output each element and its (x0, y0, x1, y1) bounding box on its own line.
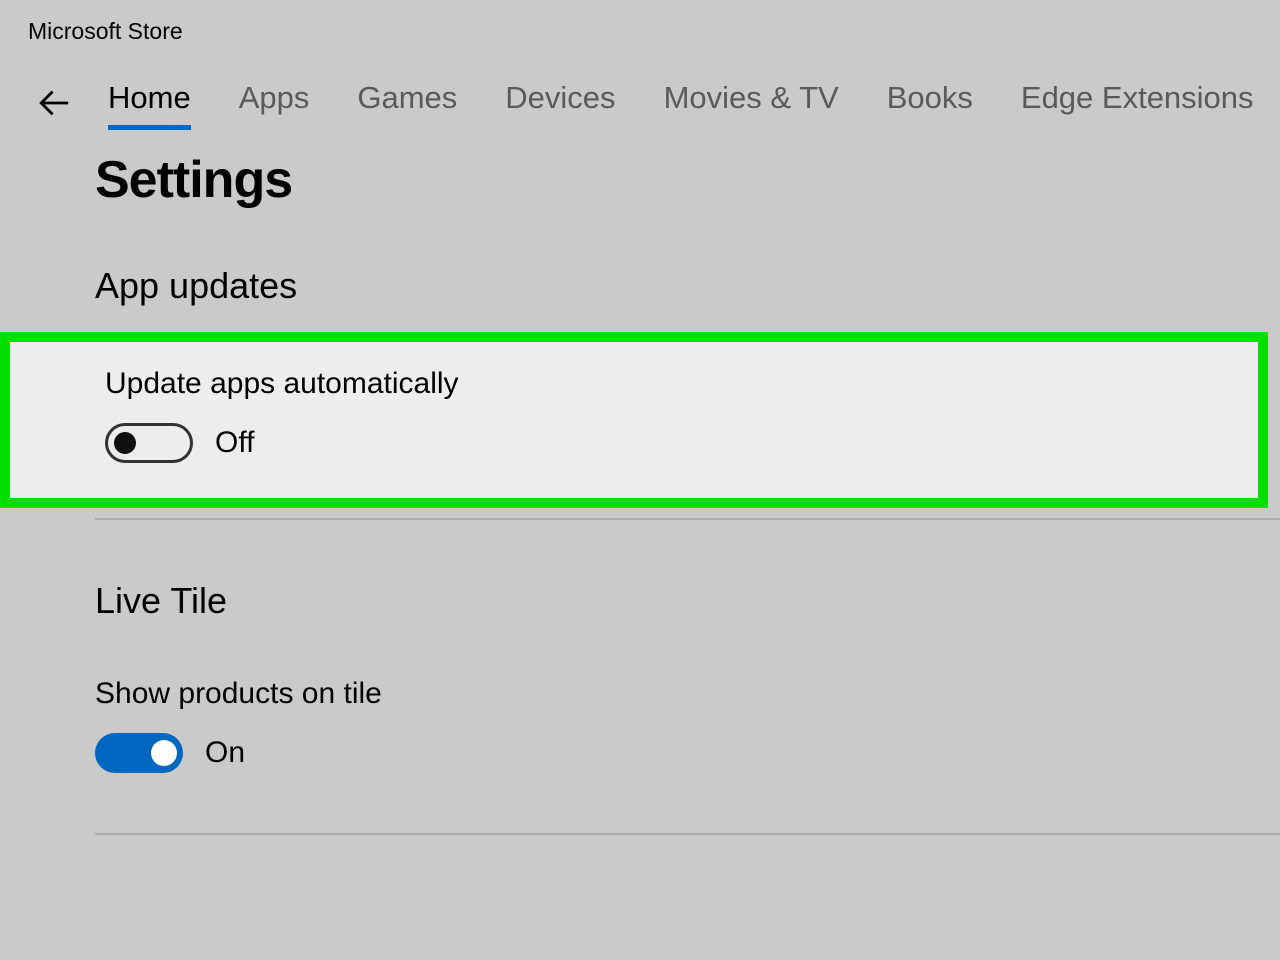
toggle-update-apps[interactable] (105, 423, 193, 463)
nav-tab-apps[interactable]: Apps (239, 80, 310, 130)
toggle-row-update-apps: Off (105, 423, 1258, 463)
back-arrow-icon (37, 86, 71, 125)
setting-label-update-apps: Update apps automatically (105, 367, 1258, 401)
setting-block-live-tile: Show products on tile On (95, 677, 1280, 773)
page-title: Settings (95, 150, 1280, 210)
toggle-show-products[interactable] (95, 733, 183, 773)
nav-tab-home[interactable]: Home (108, 80, 191, 130)
divider (95, 518, 1280, 520)
nav-bar: Home Apps Games Devices Movies & TV Book… (0, 45, 1280, 130)
highlighted-setting-box: Update apps automatically Off (0, 332, 1268, 508)
setting-label-show-products: Show products on tile (95, 677, 1280, 711)
nav-tab-games[interactable]: Games (357, 80, 457, 130)
section-title-app-updates: App updates (95, 265, 1280, 307)
toggle-state-update-apps: Off (215, 426, 254, 460)
nav-tab-movies-tv[interactable]: Movies & TV (664, 80, 839, 130)
back-button[interactable] (30, 81, 78, 129)
section-live-tile: Live Tile Show products on tile On (95, 580, 1280, 835)
nav-tab-devices[interactable]: Devices (505, 80, 615, 130)
toggle-row-show-products: On (95, 733, 1280, 773)
app-title: Microsoft Store (0, 0, 1280, 45)
divider (95, 833, 1280, 835)
nav-tabs: Home Apps Games Devices Movies & TV Book… (108, 80, 1254, 130)
nav-tab-books[interactable]: Books (887, 80, 973, 130)
toggle-state-show-products: On (205, 736, 245, 770)
content-area: Settings App updates Update apps automat… (0, 130, 1280, 835)
nav-tab-edge-extensions[interactable]: Edge Extensions (1021, 80, 1254, 130)
section-title-live-tile: Live Tile (95, 580, 1280, 622)
